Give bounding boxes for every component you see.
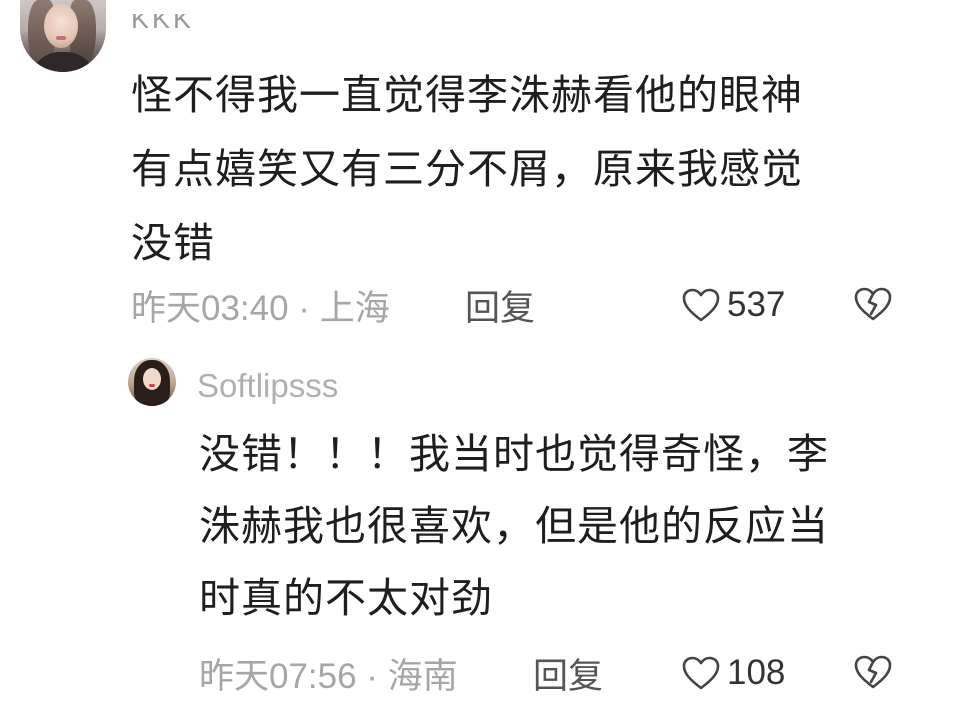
- comment-username[interactable]: KKK: [131, 14, 194, 33]
- dislike-button[interactable]: [853, 286, 893, 331]
- avatar-lips: [56, 36, 66, 40]
- dislike-button[interactable]: [853, 654, 893, 699]
- reply-text-line: 洙赫我也很喜欢，但是他的反应当: [199, 502, 829, 550]
- comment-text-line: 有点嬉笑又有三分不屑，原来我感觉: [131, 145, 803, 193]
- reply-avatar[interactable]: [128, 358, 176, 406]
- comment-text-line: 没错: [131, 219, 215, 267]
- broken-heart-icon: [854, 287, 892, 321]
- comment-meta: 昨天03:40 · 上海 回复 537: [131, 280, 911, 330]
- like-button[interactable]: 537: [681, 285, 785, 325]
- comment-text: 怪不得我一直觉得李洙赫看他的眼神 有点嬉笑又有三分不屑，原来我感觉 没错: [131, 58, 931, 280]
- reply-button[interactable]: 回复: [533, 648, 603, 699]
- heart-outline-icon: [682, 288, 720, 322]
- reply-text-line: 时真的不太对劲: [199, 574, 493, 622]
- reply-text-line: 没错！！！我当时也觉得奇怪，李: [199, 430, 829, 478]
- like-button[interactable]: 108: [681, 653, 785, 693]
- like-count: 108: [727, 653, 786, 692]
- reply-username[interactable]: Softlipsss: [197, 366, 338, 406]
- reply-button[interactable]: 回复: [465, 280, 535, 331]
- comment-text-line: 怪不得我一直觉得李洙赫看他的眼神: [131, 71, 803, 119]
- avatar-face: [44, 4, 78, 48]
- comment-timestamp-location: 昨天03:40 · 上海: [131, 288, 390, 328]
- broken-heart-icon: [854, 655, 892, 689]
- avatar-lips: [149, 384, 155, 387]
- reply-text: 没错！！！我当时也觉得奇怪，李 洙赫我也很喜欢，但是他的反应当 时真的不太对劲: [199, 418, 919, 634]
- reply-timestamp-location: 昨天07:56 · 海南: [199, 656, 458, 696]
- like-count: 537: [727, 285, 786, 324]
- reply-meta: 昨天07:56 · 海南 回复 108: [199, 648, 919, 698]
- heart-outline-icon: [682, 656, 720, 690]
- avatar[interactable]: [20, 0, 106, 72]
